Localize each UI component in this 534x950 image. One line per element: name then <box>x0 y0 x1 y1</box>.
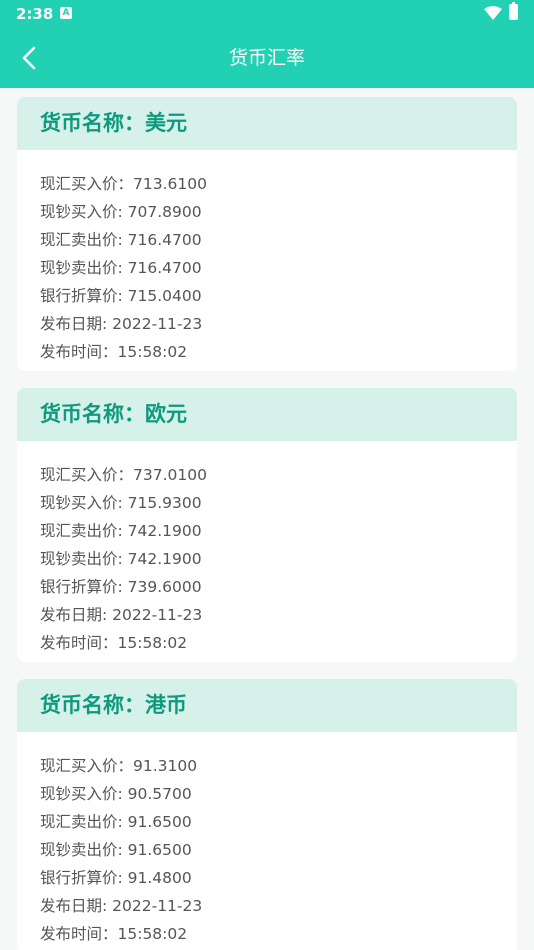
currency-card-eur: 货币名称：欧元 现汇买入价：737.0100 现钞买入价: 715.9300 现… <box>17 388 517 662</box>
wifi-icon <box>484 6 502 20</box>
currency-name: 货币名称：美元 <box>40 111 187 135</box>
cash-buy-rate: 现钞买入价: 715.9300 <box>40 494 202 512</box>
publish-time: 发布时间：15:58:02 <box>40 343 188 361</box>
currency-name: 货币名称：欧元 <box>40 402 187 426</box>
bank-conversion-rate: 银行折算价: 715.0400 <box>40 287 202 305</box>
spot-buy-rate: 现汇买入价：91.3100 <box>40 757 198 775</box>
card-header: 货币名称：港币 <box>17 679 517 732</box>
cash-sell-rate: 现钞卖出价: 742.1900 <box>40 550 202 568</box>
battery-icon <box>509 4 518 20</box>
chevron-left-icon <box>22 46 36 70</box>
currency-list[interactable]: 货币名称：美元 现汇买入价：713.6100 现钞买入价: 707.8900 现… <box>0 88 534 950</box>
publish-time: 发布时间：15:58:02 <box>40 925 188 943</box>
notification-icon: A <box>60 7 72 19</box>
spot-sell-rate: 现汇卖出价: 91.6500 <box>40 813 192 831</box>
publish-date: 发布日期: 2022-11-23 <box>40 897 203 915</box>
currency-card-hkd: 货币名称：港币 现汇买入价：91.3100 现钞买入价: 90.5700 现汇卖… <box>17 679 517 950</box>
spot-buy-rate: 现汇买入价：713.6100 <box>40 175 207 193</box>
publish-date: 发布日期: 2022-11-23 <box>40 606 203 624</box>
currency-card-usd: 货币名称：美元 现汇买入价：713.6100 现钞买入价: 707.8900 现… <box>17 97 517 371</box>
card-header: 货币名称：美元 <box>17 97 517 150</box>
app-bar: 货币汇率 <box>0 28 534 88</box>
bank-conversion-rate: 银行折算价: 739.6000 <box>40 578 202 596</box>
cash-buy-rate: 现钞买入价: 90.5700 <box>40 785 192 803</box>
spot-buy-rate: 现汇买入价：737.0100 <box>40 466 207 484</box>
status-time: 2:38 <box>16 5 54 23</box>
cash-sell-rate: 现钞卖出价: 91.6500 <box>40 841 192 859</box>
spot-sell-rate: 现汇卖出价: 716.4700 <box>40 231 202 249</box>
card-header: 货币名称：欧元 <box>17 388 517 441</box>
publish-time: 发布时间：15:58:02 <box>40 634 188 652</box>
status-bar: 2:38 A <box>0 0 534 28</box>
back-button[interactable] <box>14 42 46 74</box>
spot-sell-rate: 现汇卖出价: 742.1900 <box>40 522 202 540</box>
cash-buy-rate: 现钞买入价: 707.8900 <box>40 203 202 221</box>
publish-date: 发布日期: 2022-11-23 <box>40 315 203 333</box>
currency-name: 货币名称：港币 <box>40 693 187 717</box>
cash-sell-rate: 现钞卖出价: 716.4700 <box>40 259 202 277</box>
bank-conversion-rate: 银行折算价: 91.4800 <box>40 869 192 887</box>
page-title: 货币汇率 <box>228 47 305 69</box>
